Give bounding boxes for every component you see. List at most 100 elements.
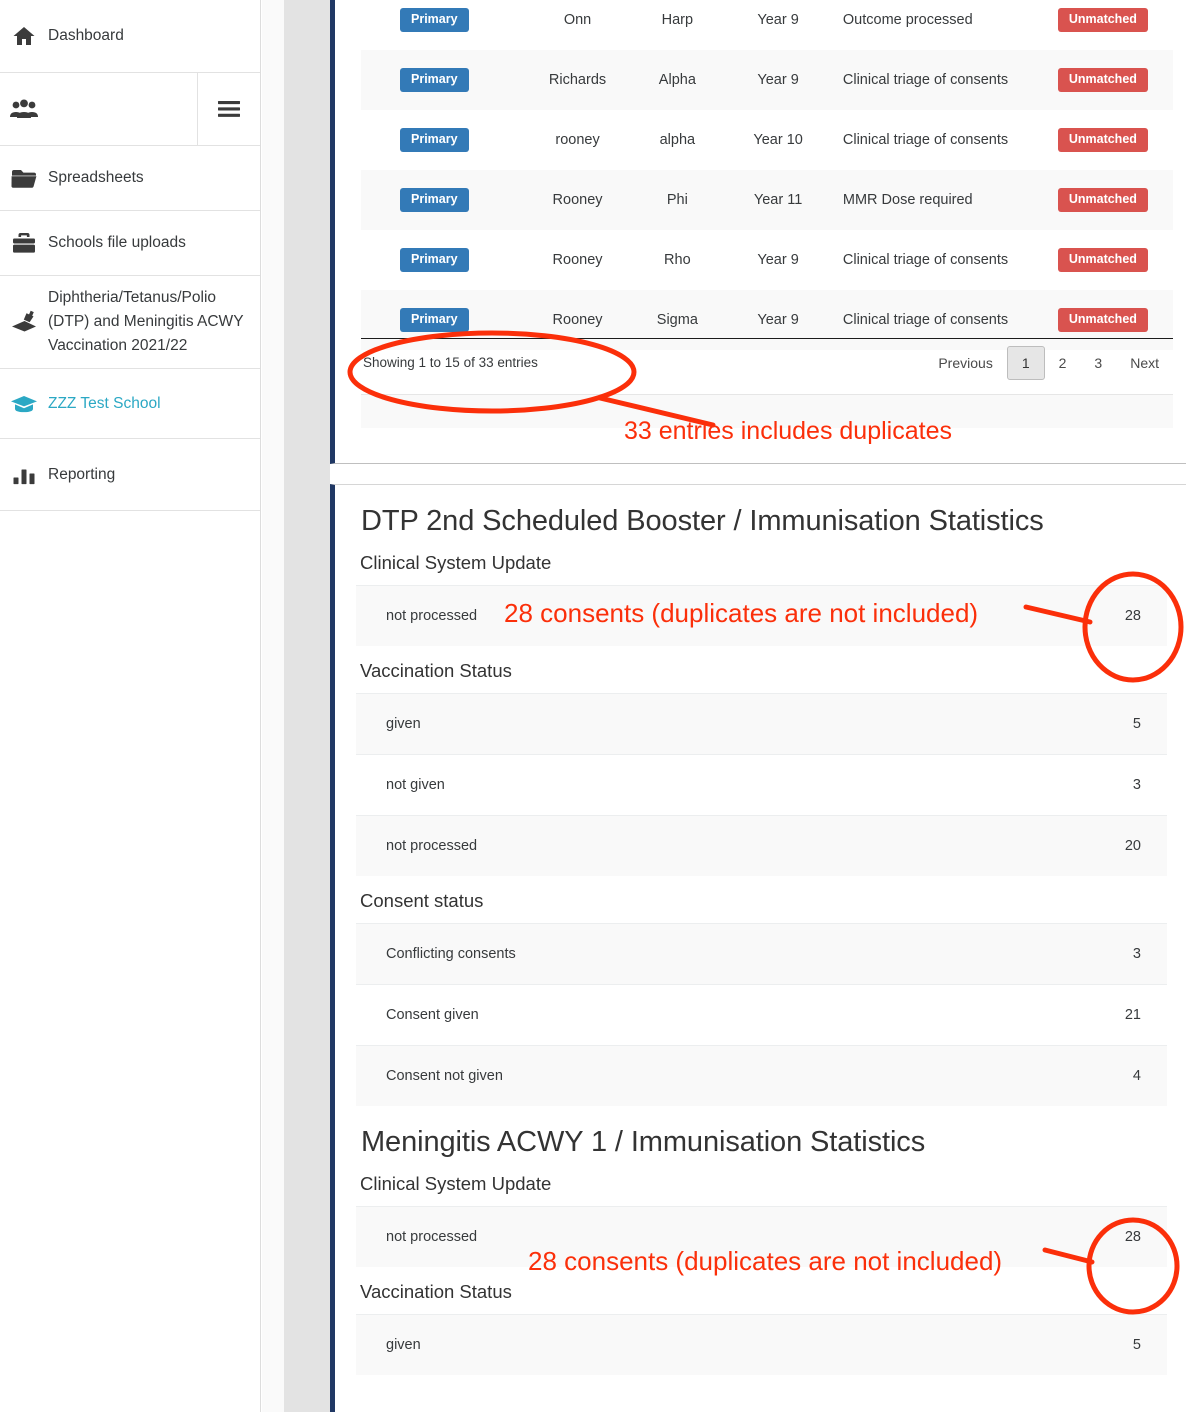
- sidebar-item-spreadsheets[interactable]: Spreadsheets: [0, 146, 260, 211]
- table-cell-type: Primary: [361, 68, 526, 92]
- table-cell-year: Year 11: [753, 192, 803, 208]
- table-row[interactable]: Primary rooney alpha Year 10 Clinical triage…: [361, 110, 1173, 170]
- statistics-row-value: 21: [1124, 1007, 1141, 1023]
- sidebar-item-users[interactable]: [0, 73, 260, 146]
- table-row[interactable]: Primary Rooney Rho Year 9 Clinical triage of…: [361, 230, 1173, 290]
- unmatched-badge: Unmatched: [1057, 128, 1148, 152]
- statistics-row-value: 3: [1132, 946, 1141, 962]
- table-cell-match: Unmatched: [1057, 248, 1173, 272]
- statistics-group-heading: Vaccination Status: [360, 660, 512, 681]
- vaccine-icon: [0, 310, 48, 334]
- statistics-row: given 5: [356, 693, 1167, 754]
- consents-table: Primary Onn Harp Year 9 Outcome processed Unm…: [361, 0, 1173, 350]
- pagination-previous[interactable]: Previous: [924, 346, 1006, 380]
- home-icon: [0, 24, 48, 48]
- statistics-row: not processed 28: [356, 585, 1167, 646]
- bar-chart-icon: [0, 465, 48, 485]
- statistics-row: not processed 28: [356, 1206, 1167, 1267]
- statistics-row-value: 5: [1132, 716, 1141, 732]
- sidebar-item-label: Dashboard: [48, 26, 124, 44]
- table-row[interactable]: Primary Onn Harp Year 9 Outcome processed Unm…: [361, 0, 1173, 50]
- table-cell-match: Unmatched: [1057, 8, 1173, 32]
- statistics-row-label: given: [386, 716, 421, 732]
- table-cell-year: Year 9: [757, 252, 799, 268]
- table-cell-last-name: Rooney: [552, 312, 603, 328]
- table-cell-type: Primary: [361, 308, 526, 332]
- briefcase-icon: [0, 232, 48, 254]
- table-cell-type: Primary: [361, 188, 526, 212]
- statistics-section-title: DTP 2nd Scheduled Booster / Immunisation…: [361, 505, 1044, 537]
- app-root: Dashboard Spreadsheets Schools file uplo…: [0, 0, 1186, 1412]
- statistics-row-label: not processed: [386, 1229, 478, 1245]
- table-cell-status: Clinical triage of consents: [842, 72, 1009, 88]
- folder-icon: [0, 168, 48, 189]
- table-footer: Showing 1 to 15 of 33 entries Previous 1…: [361, 338, 1173, 386]
- statistics-row-label: not given: [386, 777, 445, 793]
- sidebar-item-zzz-test-school[interactable]: ZZZ Test School: [0, 369, 260, 440]
- table-cell-last-name: rooney: [555, 132, 600, 148]
- statistics-row: given 5: [356, 1314, 1167, 1375]
- statistics-row-value: 20: [1124, 838, 1141, 854]
- statistics-table: not processed 28: [356, 585, 1167, 646]
- statistics-table: Conflicting consents 3 Consent given 21 Cons…: [356, 923, 1167, 1106]
- table-cell-type: Primary: [361, 8, 526, 32]
- statistics-group-heading: Vaccination Status: [360, 1281, 512, 1302]
- statistics-row: Consent given 21: [356, 984, 1167, 1045]
- table-cell-first-name: Sigma: [656, 312, 698, 328]
- table-cell-status: Clinical triage of consents: [842, 312, 1009, 328]
- graduation-icon: [0, 394, 48, 414]
- table-entries-info: Showing 1 to 15 of 33 entries: [363, 355, 538, 370]
- statistics-row-value: 5: [1132, 1337, 1141, 1353]
- table-cell-first-name: Rho: [664, 252, 691, 268]
- gutter-strip: [262, 0, 284, 1412]
- table-cell-status: Outcome processed: [842, 12, 973, 28]
- table-row[interactable]: Primary Rooney Phi Year 11 MMR Dose required…: [361, 170, 1173, 230]
- sidebar-item-schools-file-uploads[interactable]: Schools file uploads: [0, 211, 260, 276]
- unmatched-badge: Unmatched: [1057, 8, 1148, 32]
- unmatched-badge: Unmatched: [1057, 308, 1148, 332]
- sidebar-users-left[interactable]: [0, 73, 198, 145]
- table-cell-year: Year 9: [757, 12, 799, 28]
- pagination-page-2[interactable]: 2: [1045, 346, 1081, 380]
- users-icon: [0, 98, 48, 120]
- table-cell-last-name: Richards: [548, 72, 607, 88]
- statistics-row: not given 3: [356, 754, 1167, 815]
- table-cell-year: Year 9: [757, 312, 799, 328]
- statistics-row-value: 28: [1124, 1229, 1141, 1245]
- table-tail-row: [361, 394, 1173, 428]
- sidebar-item-label: Diphtheria/Tetanus/Polio (DTP) and Menin…: [48, 289, 244, 355]
- table-cell-status: Clinical triage of consents: [842, 132, 1009, 148]
- primary-badge: Primary: [400, 8, 469, 32]
- table-cell-year: Year 9: [757, 72, 799, 88]
- table-cell-match: Unmatched: [1057, 68, 1173, 92]
- table-cell-match: Unmatched: [1057, 128, 1173, 152]
- sidebar-item-dashboard[interactable]: Dashboard: [0, 0, 260, 73]
- statistics-table: given 5: [356, 1314, 1167, 1375]
- immunisation-statistics-card: DTP 2nd Scheduled Booster / Immunisation…: [330, 484, 1186, 1412]
- statistics-table: not processed 28: [356, 1206, 1167, 1267]
- pagination[interactable]: Previous 1 2 3 Next: [924, 345, 1173, 380]
- pagination-next[interactable]: Next: [1116, 346, 1173, 380]
- hamburger-icon[interactable]: [198, 73, 260, 145]
- sidebar-item-dtp-campaign[interactable]: Diphtheria/Tetanus/Polio (DTP) and Menin…: [0, 276, 260, 370]
- statistics-group-heading: Consent status: [360, 890, 484, 911]
- statistics-row: not processed 20: [356, 815, 1167, 876]
- statistics-row-label: Consent not given: [386, 1068, 503, 1084]
- statistics-row-label: Conflicting consents: [386, 946, 516, 962]
- table-cell-status: Clinical triage of consents: [842, 252, 1009, 268]
- sidebar-item-reporting[interactable]: Reporting: [0, 439, 260, 512]
- statistics-table: given 5 not given 3 not processed 20: [356, 693, 1167, 876]
- statistics-row-label: Consent given: [386, 1007, 479, 1023]
- table-cell-type: Primary: [361, 248, 526, 272]
- table-cell-first-name: Phi: [666, 192, 688, 208]
- table-row[interactable]: Primary Richards Alpha Year 9 Clinical triag…: [361, 50, 1173, 110]
- unmatched-badge: Unmatched: [1057, 188, 1148, 212]
- pagination-page-3[interactable]: 3: [1080, 346, 1116, 380]
- statistics-section-title: Meningitis ACWY 1 / Immunisation Statist…: [361, 1126, 926, 1158]
- statistics-sections: DTP 2nd Scheduled Booster / Immunisation…: [356, 485, 1186, 1375]
- statistics-row: Conflicting consents 3: [356, 923, 1167, 984]
- statistics-row-value: 3: [1132, 777, 1141, 793]
- pagination-page-1[interactable]: 1: [1006, 345, 1045, 380]
- statistics-row: Consent not given 4: [356, 1045, 1167, 1106]
- statistics-group-heading: Clinical System Update: [360, 552, 552, 573]
